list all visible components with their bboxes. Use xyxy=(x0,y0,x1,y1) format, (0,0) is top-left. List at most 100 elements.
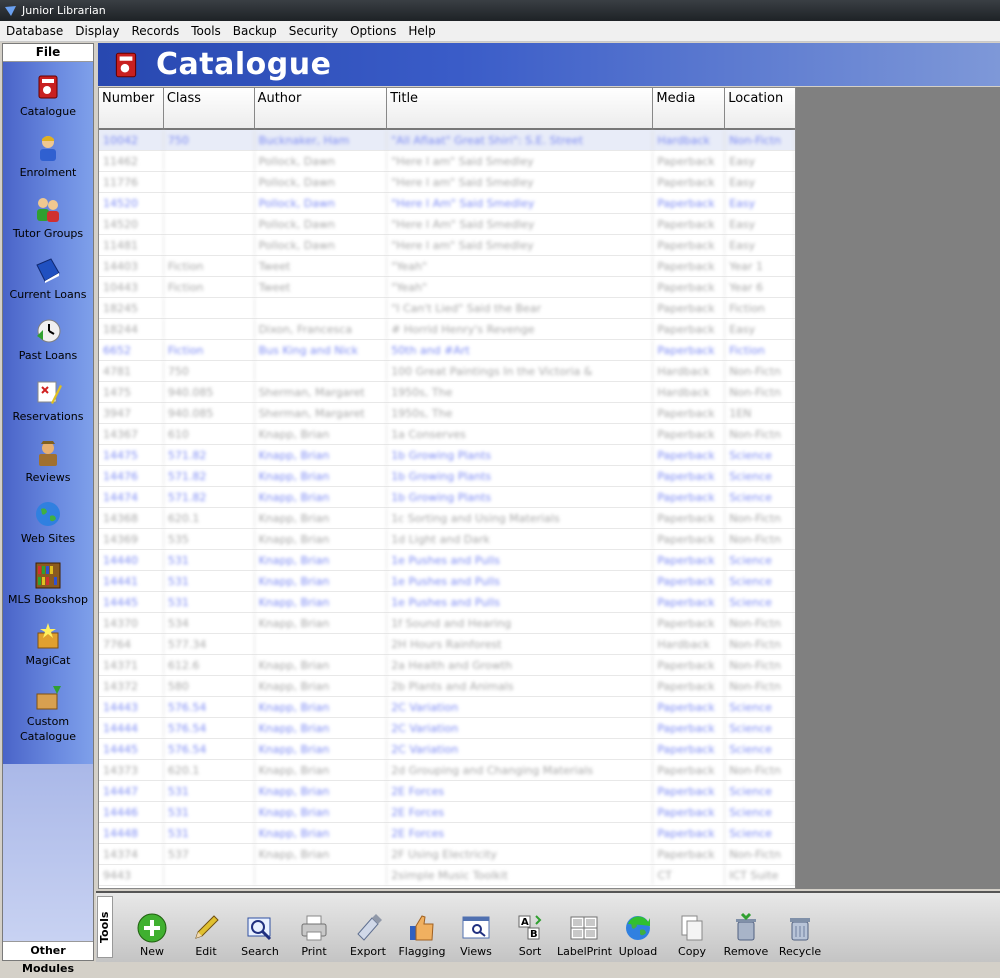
column-header-class[interactable]: Class xyxy=(164,88,255,128)
search-button[interactable]: Search xyxy=(233,911,287,963)
cell-location: Easy xyxy=(725,319,795,339)
print-button[interactable]: Print xyxy=(287,911,341,963)
other-modules-button[interactable]: Other Modules xyxy=(3,941,93,975)
cell-class: Fiction xyxy=(164,340,255,360)
table-row[interactable]: 14445 576.54 Knapp, Brian 2C Variation Paper… xyxy=(99,739,795,760)
table-row[interactable]: 10443 Fiction Tweet "Yeah" Paperback Year 6 xyxy=(99,277,795,298)
menu-database[interactable]: Database xyxy=(0,24,69,38)
sidebar-item-tutor-groups[interactable]: Tutor Groups xyxy=(3,188,93,249)
cell-title: 2E Forces xyxy=(387,802,654,822)
table-row[interactable]: 14443 576.54 Knapp, Brian 2C Variation Paper… xyxy=(99,697,795,718)
menu-tools[interactable]: Tools xyxy=(185,24,227,38)
cell-author: Knapp, Brian xyxy=(255,466,388,486)
table-row[interactable]: 14367 610 Knapp, Brian 1a Conserves Paperbac… xyxy=(99,424,795,445)
views-button[interactable]: Views xyxy=(449,911,503,963)
button-label: Remove xyxy=(723,945,769,958)
cell-title: "Here I Am" Said Smedley xyxy=(387,214,654,234)
cell-number: 18244 xyxy=(99,319,164,339)
table-row[interactable]: 14448 531 Knapp, Brian 2E Forces Paperback Sc… xyxy=(99,823,795,844)
sidebar-item-catalogue[interactable]: Catalogue xyxy=(3,66,93,127)
flagging-button[interactable]: Flagging xyxy=(395,911,449,963)
menu-help[interactable]: Help xyxy=(402,24,441,38)
cell-location: Science xyxy=(725,781,795,801)
table-row[interactable]: 14369 535 Knapp, Brian 1d Light and Dark Pap… xyxy=(99,529,795,550)
sidebar-item-past-loans[interactable]: Past Loans xyxy=(3,310,93,371)
menu-records[interactable]: Records xyxy=(126,24,186,38)
sidebar-item-current-loans[interactable]: Current Loans xyxy=(3,249,93,310)
sidebar-item-label: Reservations xyxy=(12,410,84,423)
table-row[interactable]: 14371 612.6 Knapp, Brian 2a Health and Grow… xyxy=(99,655,795,676)
sidebar-item-custom-catalogue[interactable]: Custom Catalogue xyxy=(3,676,93,754)
sort-button[interactable]: AB Sort xyxy=(503,911,557,963)
sidebar-item-mls-bookshop[interactable]: MLS Bookshop xyxy=(3,554,93,615)
table-row[interactable]: 3947 940.085 Sherman, Margaret 1950s, The Pa… xyxy=(99,403,795,424)
table-row[interactable]: 11462 Pollock, Dawn "Here I am" Said Smedl… xyxy=(99,151,795,172)
pencil-note-icon xyxy=(31,375,65,409)
table-row[interactable]: 7764 577.34 2H Hours Rainforest Hardback Non… xyxy=(99,634,795,655)
table-row[interactable]: 14444 576.54 Knapp, Brian 2C Variation Paper… xyxy=(99,718,795,739)
table-row[interactable]: 14403 Fiction Tweet "Yeah" Paperback Year 1 xyxy=(99,256,795,277)
edit-button[interactable]: Edit xyxy=(179,911,233,963)
table-row[interactable]: 14440 531 Knapp, Brian 1e Pushes and Pulls P… xyxy=(99,550,795,571)
sidebar-item-enrolment[interactable]: Enrolment xyxy=(3,127,93,188)
menu-security[interactable]: Security xyxy=(283,24,344,38)
empty-pane xyxy=(796,87,1000,889)
table-body: 10042 750 Bucknaker, Ham "All Aflaat" Great… xyxy=(99,130,795,886)
export-button[interactable]: Export xyxy=(341,911,395,963)
table-row[interactable]: 14475 571.82 Knapp, Brian 1b Growing Plants… xyxy=(99,445,795,466)
table-row[interactable]: 14447 531 Knapp, Brian 2E Forces Paperback Sc… xyxy=(99,781,795,802)
table-row[interactable]: 14445 531 Knapp, Brian 1e Pushes and Pulls P… xyxy=(99,592,795,613)
cell-title: 2a Health and Growth xyxy=(387,655,654,675)
table-row[interactable]: 14441 531 Knapp, Brian 1e Pushes and Pulls P… xyxy=(99,571,795,592)
table-row[interactable]: 14446 531 Knapp, Brian 2E Forces Paperback Sc… xyxy=(99,802,795,823)
copy-button[interactable]: Copy xyxy=(665,911,719,963)
table-row[interactable]: 11776 Pollock, Dawn "Here I am" Said Smedl… xyxy=(99,172,795,193)
remove-button[interactable]: Remove xyxy=(719,911,773,963)
sidebar-item-label: Tutor Groups xyxy=(12,227,84,240)
table-row[interactable]: 6652 Fiction Bus King and Nick 50th and #Ar… xyxy=(99,340,795,361)
table-row[interactable]: 18244 Dixon, Francesca # Horrid Henry's Re… xyxy=(99,319,795,340)
column-header-title[interactable]: Title xyxy=(387,88,654,128)
table-row[interactable]: 4781 750 100 Great Paintings In the Victor… xyxy=(99,361,795,382)
sidebar-item-web-sites[interactable]: Web Sites xyxy=(3,493,93,554)
table-row[interactable]: 9443 2simple Music Toolkit CT ICT Suite xyxy=(99,865,795,886)
cell-author: Knapp, Brian xyxy=(255,655,388,675)
sidebar-item-magicat[interactable]: MagiCat xyxy=(3,615,93,676)
new-button[interactable]: New xyxy=(125,911,179,963)
table-row[interactable]: 1475 940.085 Sherman, Margaret 1950s, The Ha… xyxy=(99,382,795,403)
table-row[interactable]: 14368 620.1 Knapp, Brian 1c Sorting and Usi… xyxy=(99,508,795,529)
sidebar-item-reservations[interactable]: Reservations xyxy=(3,371,93,432)
menu-options[interactable]: Options xyxy=(344,24,402,38)
cell-media: Hardback xyxy=(653,361,726,381)
column-header-location[interactable]: Location xyxy=(725,88,795,128)
sidebar-item-reviews[interactable]: Reviews xyxy=(3,432,93,493)
table-row[interactable]: 14476 571.82 Knapp, Brian 1b Growing Plants… xyxy=(99,466,795,487)
cell-author: Pollock, Dawn xyxy=(255,214,388,234)
button-label: Recycle xyxy=(778,945,822,958)
sidebar-file-header[interactable]: File xyxy=(3,44,93,62)
table-row[interactable]: 14520 Pollock, Dawn "Here I Am" Said Smedl… xyxy=(99,193,795,214)
column-header-number[interactable]: Number xyxy=(99,88,164,128)
menu-display[interactable]: Display xyxy=(69,24,125,38)
cell-media: Hardback xyxy=(653,634,726,654)
table-row[interactable]: 10042 750 Bucknaker, Ham "All Aflaat" Great… xyxy=(99,130,795,151)
cell-number: 9443 xyxy=(99,865,164,885)
cell-location: Science xyxy=(725,550,795,570)
recycle-button[interactable]: Recycle xyxy=(773,911,827,963)
column-header-media[interactable]: Media xyxy=(653,88,726,128)
table-row[interactable]: 14372 580 Knapp, Brian 2b Plants and Animal… xyxy=(99,676,795,697)
upload-button[interactable]: Upload xyxy=(611,911,665,963)
window-titlebar: Junior Librarian xyxy=(0,0,1000,21)
table-row[interactable]: 14373 620.1 Knapp, Brian 2d Grouping and Ch… xyxy=(99,760,795,781)
table-row[interactable]: 18245 "I Can't Lied" Said the Bear Paperba… xyxy=(99,298,795,319)
table-row[interactable]: 14374 537 Knapp, Brian 2F Using Electricity… xyxy=(99,844,795,865)
table-row[interactable]: 11481 Pollock, Dawn "Here I am" Said Smedl… xyxy=(99,235,795,256)
table-row[interactable]: 14370 534 Knapp, Brian 1f Sound and Hearing… xyxy=(99,613,795,634)
menu-backup[interactable]: Backup xyxy=(227,24,283,38)
cell-number: 14476 xyxy=(99,466,164,486)
table-row[interactable]: 14474 571.82 Knapp, Brian 1b Growing Plants… xyxy=(99,487,795,508)
labelprint-button[interactable]: LabelPrint xyxy=(557,911,612,963)
column-header-author[interactable]: Author xyxy=(255,88,388,128)
table-row[interactable]: 14520 Pollock, Dawn "Here I Am" Said Smedl… xyxy=(99,214,795,235)
cell-title: "Here I Am" Said Smedley xyxy=(387,193,654,213)
